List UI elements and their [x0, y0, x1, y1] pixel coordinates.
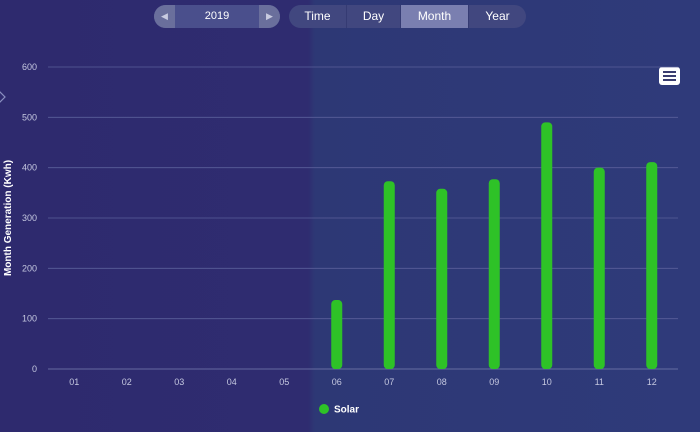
legend[interactable]: Solar	[319, 404, 359, 416]
y-axis-ticks: 0 100 200 300 400 500 600	[22, 62, 37, 374]
bar-08[interactable]	[436, 188, 448, 369]
x-tick-label: 06	[332, 377, 342, 387]
y-axis-title: Month Generation (Kwh)	[3, 160, 14, 276]
chart: 0 100 200 300 400 500 600 01 02 03 04 05 06 07 08 09 10…	[3, 62, 678, 416]
y-tick-label: 600	[22, 62, 37, 72]
y-tick-label: 300	[22, 213, 37, 223]
bar-11[interactable]	[593, 167, 605, 369]
x-tick-label: 03	[174, 377, 184, 387]
x-tick-label: 04	[227, 377, 237, 387]
y-tick-label: 500	[22, 112, 37, 122]
legend-marker-solar	[319, 404, 329, 414]
y-tick-label: 400	[22, 163, 37, 173]
bar-10[interactable]	[541, 122, 553, 369]
y-tick-label: 200	[22, 263, 37, 273]
x-tick-label: 09	[489, 377, 499, 387]
x-tick-label: 08	[437, 377, 447, 387]
bar-09[interactable]	[488, 179, 500, 369]
grid-lines	[48, 66, 678, 370]
y-tick-label: 0	[32, 364, 37, 374]
x-tick-label: 12	[647, 377, 657, 387]
bar-06[interactable]	[331, 300, 343, 369]
x-tick-label: 05	[279, 377, 289, 387]
legend-label-solar: Solar	[334, 405, 359, 416]
y-tick-label: 100	[22, 314, 37, 324]
x-tick-label: 10	[542, 377, 552, 387]
x-axis-ticks: 01 02 03 04 05 06 07 08 09 10 11 12	[69, 377, 657, 387]
bars	[331, 122, 658, 369]
x-tick-label: 07	[384, 377, 394, 387]
x-tick-label: 02	[122, 377, 132, 387]
bar-07[interactable]	[383, 181, 395, 369]
x-tick-label: 01	[69, 377, 79, 387]
x-tick-label: 11	[595, 377, 604, 387]
bar-12[interactable]	[646, 162, 658, 369]
